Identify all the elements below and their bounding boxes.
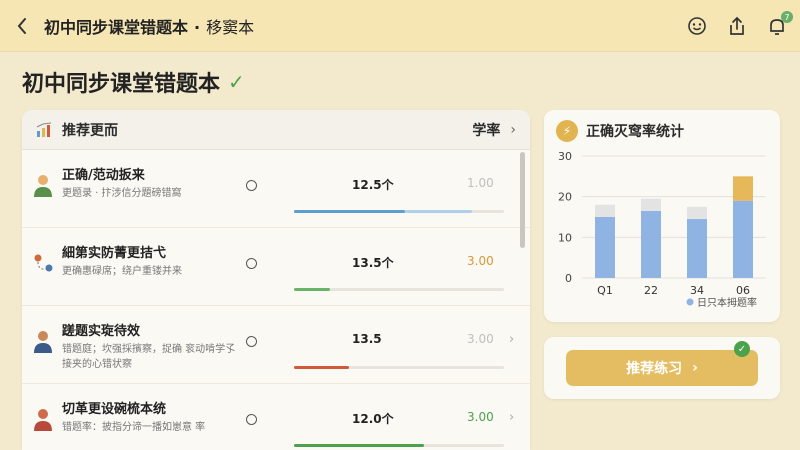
progress-fill bbox=[294, 366, 349, 369]
x-tick-label: 34 bbox=[690, 284, 704, 297]
progress-fill bbox=[294, 444, 425, 447]
list-item[interactable]: 蹉题实琁待效 错题庭；坎强採擯察，捉确 衮动啃学孓接夹的心错状察 13.5 3.… bbox=[22, 306, 530, 384]
bar-secondary bbox=[595, 204, 615, 217]
x-tick-label: Q1 bbox=[597, 284, 613, 297]
progress-track bbox=[294, 444, 504, 447]
list-item[interactable]: 切革更设碗梳本统 错题率：披指分谛一播如崽意 率 12.0个 3.00 › bbox=[22, 384, 530, 450]
chevron-left-icon bbox=[17, 17, 26, 34]
item-count: 13.5个 bbox=[352, 256, 394, 270]
list-scrollbar[interactable] bbox=[520, 152, 525, 248]
select-radio[interactable] bbox=[246, 258, 257, 269]
bar-secondary bbox=[687, 206, 707, 220]
page-title: 初中同步课堂错题本 bbox=[22, 72, 221, 97]
student-avatar-icon bbox=[34, 175, 52, 197]
legend-label: 日只本拇题率 bbox=[697, 296, 757, 309]
emoji-button[interactable] bbox=[684, 13, 710, 39]
chevron-right-icon: › bbox=[692, 360, 698, 376]
top-bar: 初中同步课堂错题本 · 移窦本 7 bbox=[0, 0, 800, 52]
check-badge-icon: ✓ bbox=[734, 341, 750, 357]
item-count: 13.5 bbox=[352, 332, 382, 346]
y-tick-label: 20 bbox=[558, 191, 572, 204]
progress-fill-secondary bbox=[405, 210, 473, 213]
y-tick-label: 0 bbox=[565, 272, 572, 285]
x-tick-label: 06 bbox=[736, 284, 750, 297]
sort-label: 学率 bbox=[472, 122, 501, 139]
check-icon: ✓ bbox=[228, 70, 245, 94]
progress-fill bbox=[294, 210, 406, 213]
progress-track bbox=[294, 288, 504, 291]
link-nodes-icon bbox=[34, 254, 53, 272]
select-radio[interactable] bbox=[246, 180, 257, 191]
item-description: 更题录 · 抃涉信分題磅错窩 bbox=[62, 188, 182, 199]
item-count: 12.5个 bbox=[352, 178, 394, 192]
accuracy-bar-chart: 0 10 20 30 Q1 22 34 06日只本拇题率 bbox=[558, 150, 766, 309]
list-item[interactable]: 細第实防菁更拮弋 更确惠碌席；绕户重镂并来 13.5个 3.00 bbox=[22, 228, 530, 306]
sort-by-rate[interactable]: 学率 › bbox=[472, 120, 516, 140]
chevron-right-icon: › bbox=[510, 121, 516, 138]
action-card: 推荐练习 › ✓ bbox=[544, 337, 780, 399]
mistake-list: 正确/范动扳来 更题录 · 抃涉信分題磅错窩 12.5个 1.00 細第实防菁更… bbox=[22, 150, 530, 450]
bar-primary bbox=[687, 219, 707, 278]
bar-primary bbox=[641, 210, 661, 278]
notification-button[interactable]: 7 bbox=[764, 11, 793, 39]
item-description: 错题率：披指分谛一播如崽意 率 bbox=[62, 422, 206, 433]
bar-secondary bbox=[641, 198, 661, 211]
app-title-text: 初中同步课堂错题本 bbox=[44, 17, 189, 37]
app-subtitle: 移窦本 bbox=[206, 17, 255, 37]
stats-chart-card: ⚡ 正确灭窎率统计 0 10 20 30 Q1 22 34 06 日只本拇题率 bbox=[544, 110, 780, 322]
page-header: 初中同步课堂错题本 ✓ bbox=[22, 66, 245, 98]
item-title: 正确/范动扳来 bbox=[62, 168, 145, 183]
item-score: 3.00 bbox=[467, 254, 494, 268]
title-separator: · bbox=[194, 17, 201, 37]
app-title: 初中同步课堂错题本 · 移窦本 bbox=[44, 14, 254, 38]
list-card-header: 推荐更而 学率 › bbox=[22, 110, 530, 150]
bar-secondary bbox=[733, 176, 753, 201]
recommend-practice-button[interactable]: 推荐练习 › bbox=[566, 350, 758, 386]
back-button[interactable] bbox=[0, 0, 44, 52]
bar-chart-icon bbox=[36, 122, 52, 137]
leaf-icon: ⚡ bbox=[556, 120, 578, 142]
progress-fill bbox=[294, 288, 330, 291]
progress-track bbox=[294, 210, 504, 213]
list-card-title: 推荐更而 bbox=[62, 122, 118, 139]
share-icon bbox=[730, 16, 744, 35]
student-avatar-icon bbox=[34, 331, 52, 353]
item-count: 12.0个 bbox=[352, 412, 394, 426]
smile-icon bbox=[688, 17, 706, 35]
progress-track bbox=[294, 366, 504, 369]
student-avatar-icon bbox=[34, 409, 52, 431]
item-title: 切革更设碗梳本统 bbox=[62, 402, 167, 417]
recommendation-list-card: 推荐更而 学率 › 正确/范动扳来 更题录 · 抃涉信分題磅错窩 12.5个 1… bbox=[22, 110, 530, 450]
select-radio[interactable] bbox=[246, 336, 257, 347]
bar-primary bbox=[733, 200, 753, 278]
notification-badge: 7 bbox=[781, 11, 793, 23]
item-title: 蹉题实琁待效 bbox=[62, 324, 141, 339]
item-description: 更确惠碌席；绕户重镂并来 bbox=[62, 266, 182, 277]
item-title: 細第实防菁更拮弋 bbox=[62, 246, 167, 261]
x-tick-label: 22 bbox=[644, 284, 658, 297]
legend-swatch bbox=[686, 298, 694, 306]
practice-button-label: 推荐练习 bbox=[626, 361, 683, 377]
share-button[interactable] bbox=[724, 13, 750, 39]
item-score: 1.00 bbox=[467, 176, 494, 190]
y-tick-label: 10 bbox=[558, 231, 572, 244]
chevron-right-icon: › bbox=[509, 410, 515, 425]
chart-title: 正确灭窎率统计 bbox=[586, 124, 684, 140]
y-tick-label: 30 bbox=[558, 150, 572, 163]
list-item[interactable]: 正确/范动扳来 更题录 · 抃涉信分題磅错窩 12.5个 1.00 bbox=[22, 150, 530, 228]
bar-primary bbox=[595, 217, 615, 278]
item-score: 3.00 bbox=[467, 410, 494, 424]
chevron-right-icon: › bbox=[509, 332, 515, 347]
item-description: 错题庭；坎强採擯察，捉确 衮动啃学孓接夹的心错状察 bbox=[62, 344, 236, 370]
item-score: 3.00 bbox=[467, 332, 494, 346]
select-radio[interactable] bbox=[246, 414, 257, 425]
